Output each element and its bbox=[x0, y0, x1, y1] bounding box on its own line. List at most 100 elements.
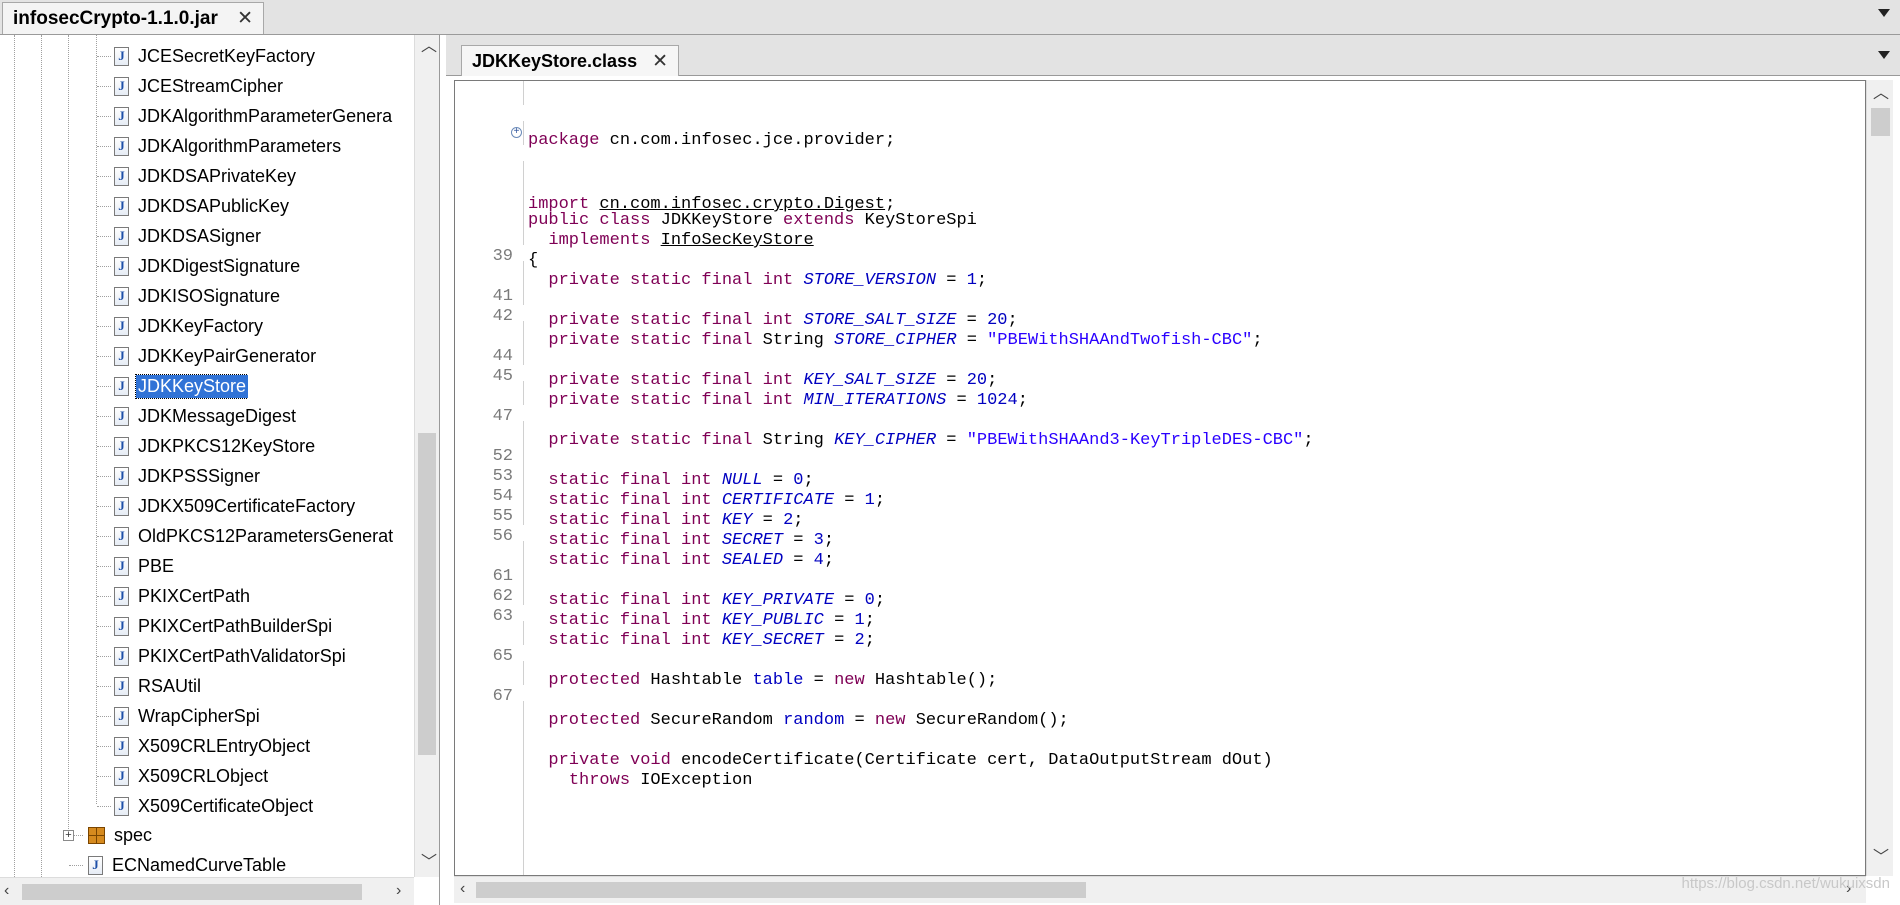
tree-class-item[interactable]: J JDKPSSSigner bbox=[114, 461, 262, 491]
code-editor: JDKKeyStore.class ✕ package cn.com.infos… bbox=[446, 35, 1900, 905]
code-line: + import cn.com.infosec.crypto.Digest; bbox=[455, 121, 1855, 214]
tree-class-label: JDKKeyStore bbox=[134, 373, 249, 399]
scrollbar-thumb[interactable] bbox=[1871, 108, 1890, 136]
tree-class-item[interactable]: J JCEStreamCipher bbox=[114, 71, 285, 101]
tree-class-label: PBE bbox=[138, 555, 175, 576]
tree-class-label: X509CRLEntryObject bbox=[138, 735, 311, 756]
scrollbar-thumb[interactable] bbox=[22, 884, 362, 900]
tree-class-label: JDKDSASigner bbox=[138, 225, 262, 246]
expand-icon[interactable]: + bbox=[63, 830, 74, 841]
code-line: 39 private static final int STORE_VERSIO… bbox=[455, 221, 1855, 290]
close-icon[interactable]: ✕ bbox=[652, 50, 668, 73]
tree-class-item[interactable]: J JDKAlgorithmParameters bbox=[114, 131, 343, 161]
tree-class-item[interactable]: J JDKPKCS12KeyStore bbox=[114, 431, 317, 461]
tree-class-item[interactable]: J JDKISOSignature bbox=[114, 281, 282, 311]
code-line: 47 private static final String KEY_CIPHE… bbox=[455, 381, 1855, 450]
tab-jar-file[interactable]: infosecCrypto-1.1.0.jar ✕ bbox=[2, 2, 264, 34]
tree-class-item[interactable]: J JDKKeyFactory bbox=[114, 311, 265, 341]
tree-class-label: JCEStreamCipher bbox=[138, 75, 284, 96]
tree-class-item[interactable]: J JDKDSAPublicKey bbox=[114, 191, 291, 221]
scroll-right-icon[interactable]: › bbox=[396, 883, 401, 899]
java-class-icon: J bbox=[114, 646, 129, 666]
scroll-left-icon[interactable]: ‹ bbox=[460, 881, 465, 897]
tab-jdkkeystore-class[interactable]: JDKKeyStore.class ✕ bbox=[461, 45, 679, 76]
package-icon bbox=[88, 826, 105, 844]
tree-class-item[interactable]: J JDKKeyPairGenerator bbox=[114, 341, 318, 371]
java-class-icon: J bbox=[114, 106, 129, 126]
tree-horizontal-scrollbar[interactable]: ‹ › bbox=[0, 877, 414, 905]
editor-tab-bar: JDKKeyStore.class ✕ bbox=[446, 35, 1900, 76]
source-code-view[interactable]: package cn.com.infosec.jce.provider; + i… bbox=[454, 80, 1866, 876]
tree-class-item[interactable]: J X509CRLEntryObject bbox=[114, 731, 312, 761]
java-class-icon: J bbox=[114, 586, 129, 606]
tab-jar-file-label: infosecCrypto-1.1.0.jar bbox=[13, 7, 218, 29]
tree-class-ecnamedcurvetable[interactable]: J ECNamedCurveTable bbox=[88, 850, 288, 880]
tree-class-item[interactable]: J X509CertificateObject bbox=[114, 791, 315, 821]
code-line: 67 protected SecureRandom random = new S… bbox=[455, 661, 1855, 730]
java-class-icon: J bbox=[114, 196, 129, 216]
java-class-icon: J bbox=[114, 736, 129, 756]
tree-class-item[interactable]: J JDKKeyStore bbox=[114, 371, 249, 401]
close-icon[interactable]: ✕ bbox=[237, 7, 253, 30]
java-class-icon: J bbox=[114, 466, 129, 486]
tree-class-item[interactable]: J RSAUtil bbox=[114, 671, 203, 701]
editor-horizontal-scrollbar[interactable]: ‹ › bbox=[454, 876, 1866, 903]
java-class-icon: J bbox=[114, 376, 129, 396]
tree-class-item[interactable]: J PKIXCertPathBuilderSpi bbox=[114, 611, 334, 641]
tree-class-label: JCESecretKeyFactory bbox=[138, 45, 316, 66]
editor-vertical-scrollbar[interactable]: ︿ ﹀ bbox=[1866, 80, 1893, 876]
tree-class-item[interactable]: J JDKDigestSignature bbox=[114, 251, 302, 281]
tree-class-label: JDKKeyFactory bbox=[138, 315, 264, 336]
expand-imports-icon[interactable]: + bbox=[511, 127, 522, 138]
code-line: 42 private static final String STORE_CIP… bbox=[455, 281, 1855, 350]
scrollbar-thumb[interactable] bbox=[476, 882, 1086, 898]
tree-class-item[interactable]: J WrapCipherSpi bbox=[114, 701, 262, 731]
java-class-icon: J bbox=[114, 346, 129, 366]
java-class-icon: J bbox=[114, 766, 129, 786]
tree-class-label: JDKPSSSigner bbox=[138, 465, 261, 486]
scrollbar-thumb[interactable] bbox=[418, 433, 436, 755]
tree-class-label: OldPKCS12ParametersGenerat bbox=[138, 525, 394, 546]
scroll-down-icon[interactable]: ﹀ bbox=[1873, 850, 1889, 866]
tree-class-item[interactable]: J JDKX509CertificateFactory bbox=[114, 491, 357, 521]
tree-class-label: JDKDigestSignature bbox=[138, 255, 301, 276]
tree-package-spec[interactable]: spec bbox=[88, 820, 154, 850]
code-line: 45 private static final int MIN_ITERATIO… bbox=[455, 341, 1855, 410]
java-class-icon: J bbox=[114, 676, 129, 696]
java-class-icon: J bbox=[114, 166, 129, 186]
tree-class-item[interactable]: J JDKDSAPrivateKey bbox=[114, 161, 298, 191]
tree-guide-line bbox=[41, 35, 42, 877]
tree-class-item[interactable]: J JDKDSASigner bbox=[114, 221, 263, 251]
tree-class-item[interactable]: J X509CRLObject bbox=[114, 761, 270, 791]
tree-class-label: PKIXCertPath bbox=[138, 585, 251, 606]
java-class-icon: J bbox=[88, 855, 103, 875]
tab-list-dropdown-icon[interactable] bbox=[1878, 9, 1890, 17]
code-line: throws IOException bbox=[455, 721, 1855, 790]
java-class-icon: J bbox=[114, 316, 129, 336]
tab-list-dropdown-icon[interactable] bbox=[1878, 51, 1890, 59]
tree-class-item[interactable]: J JCESecretKeyFactory bbox=[114, 41, 317, 71]
tree-class-item[interactable]: J OldPKCS12ParametersGenerat bbox=[114, 521, 395, 551]
tree-class-label: JDKDSAPrivateKey bbox=[138, 165, 297, 186]
tree-class-label: JDKMessageDigest bbox=[138, 405, 297, 426]
tree-class-item[interactable]: J JDKAlgorithmParameterGenera bbox=[114, 101, 394, 131]
tree-guide-line bbox=[68, 35, 69, 835]
tree-class-label: PKIXCertPathBuilderSpi bbox=[138, 615, 333, 636]
code-line: package cn.com.infosec.jce.provider; bbox=[455, 81, 1855, 150]
scroll-up-icon[interactable]: ︿ bbox=[1873, 86, 1889, 102]
tree-class-label: JDKX509CertificateFactory bbox=[138, 495, 356, 516]
java-class-icon: J bbox=[114, 406, 129, 426]
scroll-left-icon[interactable]: ‹ bbox=[4, 883, 9, 899]
tree-class-item[interactable]: J PKIXCertPathValidatorSpi bbox=[114, 641, 348, 671]
tree-class-label: JDKPKCS12KeyStore bbox=[138, 435, 316, 456]
tree-class-item[interactable]: J PKIXCertPath bbox=[114, 581, 252, 611]
java-class-icon: J bbox=[114, 616, 129, 636]
tree-class-label: PKIXCertPathValidatorSpi bbox=[138, 645, 346, 666]
tree-class-label: JDKAlgorithmParameters bbox=[138, 135, 342, 156]
scroll-up-icon[interactable]: ︿ bbox=[421, 39, 437, 55]
java-class-icon: J bbox=[114, 136, 129, 156]
tree-class-item[interactable]: J JDKMessageDigest bbox=[114, 401, 298, 431]
tree-vertical-scrollbar[interactable]: ︿ ﹀ bbox=[414, 35, 439, 877]
tree-class-item[interactable]: J PBE bbox=[114, 551, 176, 581]
scroll-down-icon[interactable]: ﹀ bbox=[421, 855, 437, 871]
